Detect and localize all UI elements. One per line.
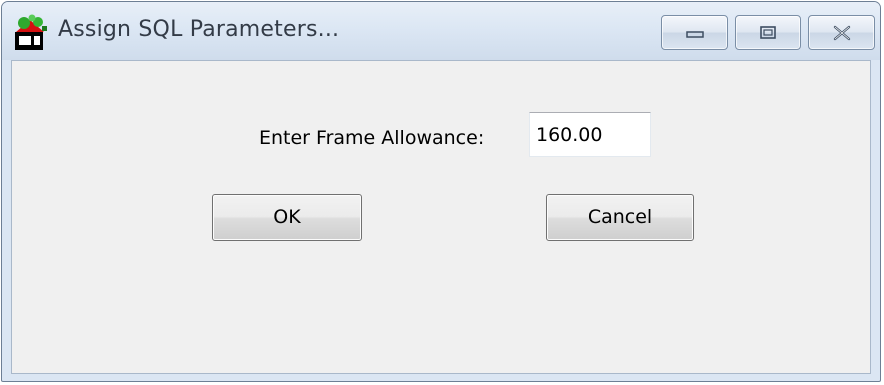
frame-allowance-label: Enter Frame Allowance: <box>259 127 485 149</box>
dialog-window: Assign SQL Parameters... Enter Frame All… <box>1 1 881 382</box>
window-title: Assign SQL Parameters... <box>58 17 340 42</box>
ok-button[interactable]: OK <box>212 194 362 241</box>
minimize-icon <box>685 30 704 38</box>
frame-allowance-input[interactable] <box>529 112 651 157</box>
title-bar[interactable]: Assign SQL Parameters... <box>2 2 880 60</box>
minimize-button[interactable] <box>661 15 728 50</box>
dialog-body: Enter Frame Allowance: OK Cancel <box>11 60 871 374</box>
cancel-button[interactable]: Cancel <box>546 194 694 241</box>
close-button[interactable] <box>808 15 875 50</box>
maximize-icon <box>760 25 776 39</box>
maximize-button[interactable] <box>735 15 801 50</box>
close-icon <box>833 25 850 40</box>
app-icon <box>12 14 50 52</box>
